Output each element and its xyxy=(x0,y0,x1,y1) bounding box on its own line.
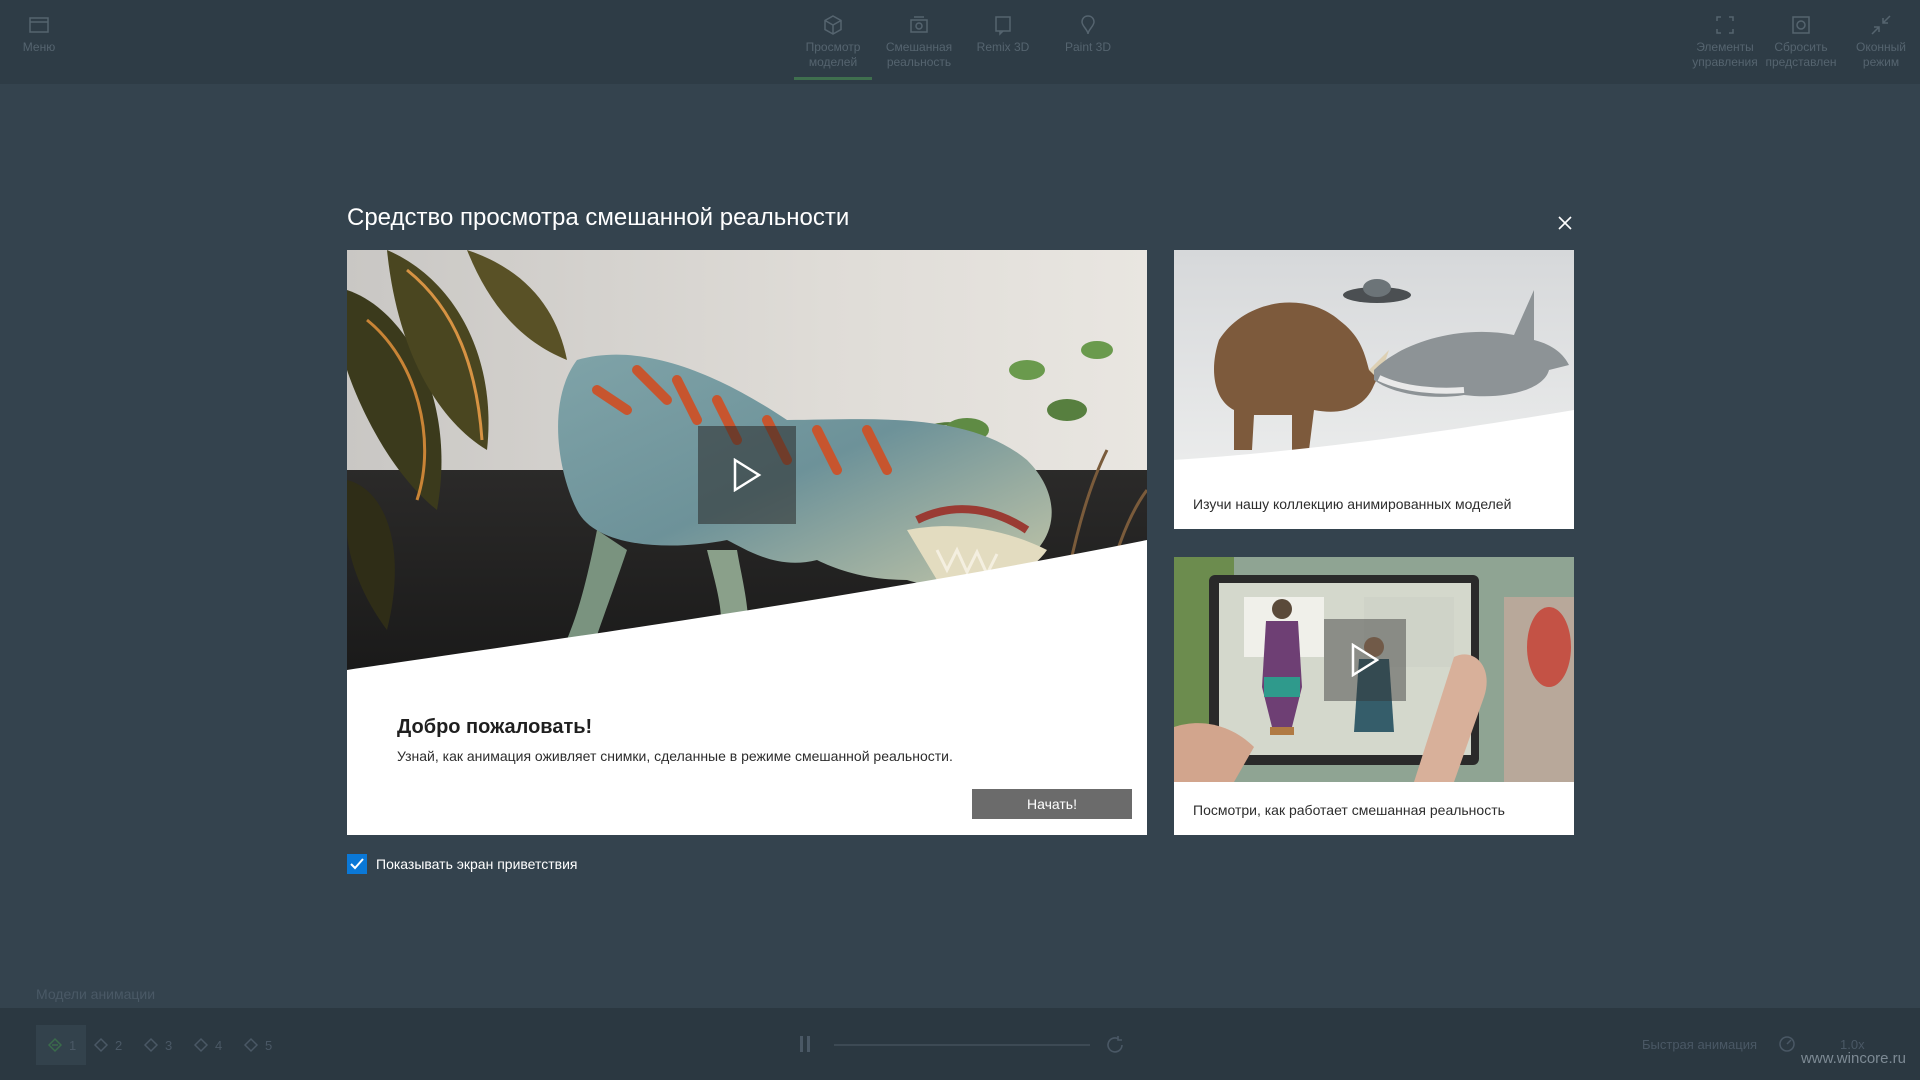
play-video-button[interactable] xyxy=(698,426,796,524)
animation-timeline[interactable] xyxy=(834,1044,1090,1046)
animation-slot[interactable]: 4 xyxy=(192,1030,222,1060)
animation-number: 3 xyxy=(165,1037,173,1053)
models-collection-caption: Изучи нашу коллекцию анимированных модел… xyxy=(1193,496,1512,512)
play-icon xyxy=(1351,643,1380,677)
pause-icon[interactable] xyxy=(798,1034,812,1054)
tab-remix-3d[interactable]: Remix 3D xyxy=(966,14,1040,80)
close-button[interactable] xyxy=(1552,210,1578,236)
remix-icon xyxy=(992,14,1014,36)
mixed-reality-video-card[interactable]: Посмотри, как работает смешанная реально… xyxy=(1174,557,1574,835)
animation-slot[interactable]: 5 xyxy=(242,1030,272,1060)
tab-model-view[interactable]: Просмотр моделей xyxy=(794,14,872,80)
animation-icon xyxy=(193,1037,209,1053)
show-welcome-row: Показывать экран приветствия xyxy=(347,854,578,874)
windowed-label-line1: Оконный xyxy=(1856,40,1906,54)
mixed-reality-icon xyxy=(908,14,930,36)
show-welcome-label: Показывать экран приветствия xyxy=(376,856,578,872)
mixed-reality-video-caption: Посмотри, как работает смешанная реально… xyxy=(1193,802,1505,818)
show-welcome-checkbox[interactable] xyxy=(347,854,367,874)
tab-mixed-reality[interactable]: Смешанная реальность xyxy=(880,14,958,80)
animation-models-label: Модели анимации xyxy=(36,986,156,1002)
cube-icon xyxy=(822,14,844,36)
menu-label: Меню xyxy=(22,40,56,54)
welcome-text: Узнай, как анимация оживляет снимки, сде… xyxy=(397,748,953,764)
animation-number: 5 xyxy=(265,1037,273,1053)
menu-icon xyxy=(28,14,50,36)
close-icon xyxy=(1558,216,1572,230)
watermark: www.wincore.ru xyxy=(1800,1050,1906,1067)
reset-view-button[interactable]: Сбросить представлен xyxy=(1764,14,1838,80)
tab-label-line1: Remix 3D xyxy=(976,40,1030,54)
controls-label-line1: Элементы xyxy=(1696,40,1754,54)
speed-icon[interactable] xyxy=(1778,1035,1796,1053)
replay-icon[interactable] xyxy=(1104,1034,1126,1056)
play-video-button[interactable] xyxy=(1324,619,1406,701)
tab-label-line1: Paint 3D xyxy=(1064,40,1112,54)
animation-icon xyxy=(143,1037,159,1053)
checkmark-icon xyxy=(350,858,364,870)
controls-icon xyxy=(1714,14,1736,36)
welcome-card: Добро пожаловать! Узнай, как анимация ож… xyxy=(347,250,1147,835)
animation-number: 4 xyxy=(215,1037,223,1053)
menu-button[interactable]: Меню xyxy=(18,14,60,80)
animation-icon xyxy=(243,1037,259,1053)
welcome-heading: Добро пожаловать! xyxy=(397,716,593,738)
windowed-mode-icon xyxy=(1870,14,1892,36)
animation-icon xyxy=(47,1037,63,1053)
models-collection-card[interactable]: Изучи нашу коллекцию анимированных модел… xyxy=(1174,250,1574,529)
animation-slot[interactable]: 3 xyxy=(142,1030,172,1060)
reset-label-line2: представлен xyxy=(1765,55,1837,69)
paint-icon xyxy=(1077,14,1099,36)
windowed-label-line2: режим xyxy=(1862,55,1900,69)
play-icon xyxy=(733,458,762,492)
reset-view-icon xyxy=(1790,14,1812,36)
controls-label-line2: управления xyxy=(1692,55,1758,69)
windowed-mode-button[interactable]: Оконный режим xyxy=(1846,14,1916,80)
tab-label-line1: Просмотр xyxy=(805,40,861,54)
top-toolbar: Меню Просмотр моделей Смешанная реальнос… xyxy=(0,0,1920,84)
start-button[interactable]: Начать! xyxy=(972,789,1132,819)
animals-image xyxy=(1174,250,1574,480)
controls-button[interactable]: Элементы управления xyxy=(1686,14,1764,80)
tab-label-line1: Смешанная xyxy=(885,40,953,54)
animation-icon xyxy=(93,1037,109,1053)
tab-label-line2: реальность xyxy=(886,55,952,69)
reset-label-line1: Сбросить xyxy=(1774,40,1828,54)
animation-slot[interactable]: 1 xyxy=(36,1025,87,1065)
animation-number: 1 xyxy=(69,1037,77,1053)
speed-label: Быстрая анимация xyxy=(1642,1037,1758,1052)
animation-slot[interactable]: 2 xyxy=(92,1030,122,1060)
tab-label-line2: моделей xyxy=(808,55,858,69)
tab-paint-3d[interactable]: Paint 3D xyxy=(1052,14,1124,80)
animation-number: 2 xyxy=(115,1037,123,1053)
dialog-title: Средство просмотра смешанной реальности xyxy=(347,204,850,231)
